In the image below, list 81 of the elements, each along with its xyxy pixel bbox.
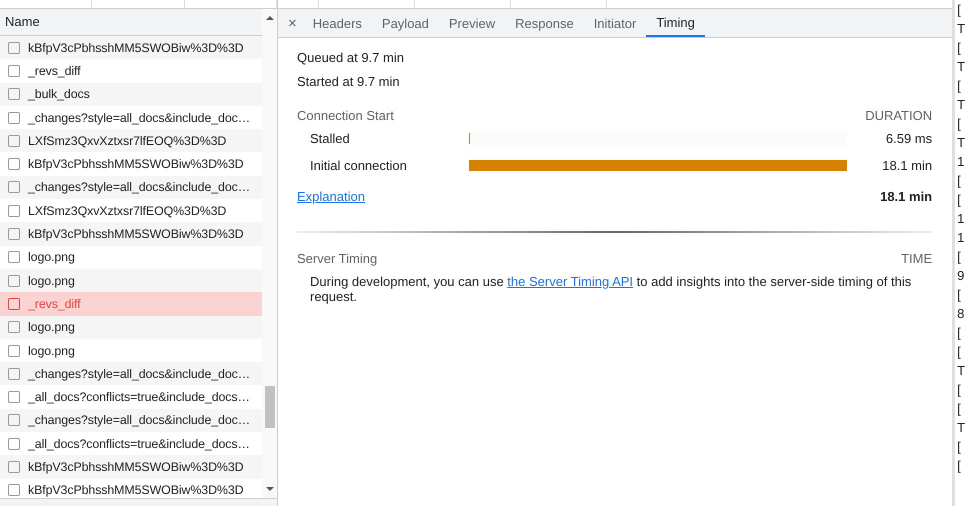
tab[interactable]: Headers [302, 9, 372, 37]
request-row[interactable]: kBfpV3cPbhsshMM5SWOBiw%3D%3D [0, 36, 262, 60]
started-text: Started at 9.7 min [297, 73, 401, 91]
console-text: [ [957, 457, 962, 475]
console-text: [ [957, 438, 962, 456]
request-row[interactable]: kBfpV3cPbhsshMM5SWOBiw%3D%3D [0, 478, 262, 498]
tab[interactable]: Payload [372, 9, 439, 37]
file-icon [8, 204, 20, 217]
console-text: T [957, 20, 966, 38]
tab[interactable]: Response [505, 9, 584, 37]
duration-header: DURATION [865, 108, 932, 122]
file-icon [8, 134, 20, 147]
request-row[interactable]: logo.png [0, 268, 262, 292]
phase-label: Initial connection [310, 158, 408, 173]
file-icon [8, 88, 20, 100]
time-header: TIME [901, 250, 932, 266]
console-text: T [957, 58, 966, 76]
console-text: T [957, 419, 966, 437]
scroll-up-icon[interactable] [266, 15, 274, 21]
file-icon [8, 438, 20, 450]
request-row[interactable]: _changes?style=all_docs&include_doc… [0, 408, 262, 432]
file-icon [8, 251, 20, 264]
console-text: T [957, 96, 966, 114]
scroll-down-icon[interactable] [266, 486, 274, 492]
console-text: T [957, 134, 966, 152]
console-text: 1 [957, 229, 966, 247]
console-text: [ [957, 39, 962, 57]
duration-value: 18.1 min [882, 158, 932, 173]
close-button[interactable]: × [278, 9, 303, 37]
server-timing-text: During development, you can use the Server Timing API to add insights into the server-side timing of this request. [310, 274, 912, 304]
request-row[interactable]: LXfSmz3QxvXztxsr7lfEOQ%3D%3D [0, 129, 262, 152]
column-header[interactable]: Name [0, 9, 262, 36]
section-title: Server Timing [297, 250, 378, 266]
file-icon [8, 298, 20, 310]
file-icon [8, 228, 20, 240]
server-timing-link[interactable]: the Server Timing API [507, 274, 634, 289]
file-icon [8, 158, 20, 170]
console-text: [ [957, 400, 962, 418]
section-title: Connection Start [297, 108, 394, 122]
console-text: [ [957, 172, 962, 190]
console-text: [ [957, 1, 962, 19]
request-row[interactable]: _changes?style=all_docs&include_doc… [0, 176, 262, 200]
scrollbar-thumb[interactable] [264, 386, 274, 428]
explanation-link[interactable]: Explanation [297, 188, 365, 204]
request-row[interactable]: _bulk_docs [0, 82, 262, 106]
tab[interactable]: Timing [646, 9, 705, 37]
console-text: [ [957, 77, 962, 95]
phase-label: Stalled [310, 131, 351, 146]
console-text: [ [957, 191, 962, 209]
file-icon [8, 344, 20, 356]
file-icon [8, 112, 20, 124]
request-row[interactable]: kBfpV3cPbhsshMM5SWOBiw%3D%3D [0, 455, 262, 479]
tab[interactable]: Preview [438, 9, 506, 37]
duration-value: 6.59 ms [886, 131, 932, 146]
console-text: [ [957, 248, 962, 266]
file-icon [8, 181, 20, 194]
console-text: [ [957, 324, 962, 342]
console-text: [ [957, 381, 962, 399]
total-duration: 18.1 min [880, 188, 932, 204]
console-text: [ [957, 115, 962, 133]
console-text: T [957, 362, 966, 380]
file-icon [8, 274, 20, 287]
request-row[interactable]: logo.png [0, 316, 262, 339]
console-text: 8 [957, 305, 966, 323]
console-text: 9 [957, 267, 966, 285]
file-icon [8, 414, 20, 426]
queued-text: Queued at 9.7 min [297, 49, 405, 67]
console-text: [ [957, 343, 962, 361]
console-text: [ [957, 286, 962, 304]
tab[interactable]: Initiator [584, 9, 646, 37]
console-text: 1 [957, 153, 966, 171]
file-icon [8, 368, 20, 380]
file-icon [8, 460, 20, 473]
request-row[interactable]: _changes?style=all_docs&include_doc… [0, 362, 262, 386]
file-icon [8, 64, 20, 77]
console-text: 1 [957, 210, 966, 228]
request-row[interactable]: kBfpV3cPbhsshMM5SWOBiw%3D%3D [0, 222, 262, 246]
file-icon [8, 391, 20, 404]
file-icon [8, 484, 20, 496]
file-icon [8, 42, 20, 54]
file-icon [8, 321, 20, 334]
